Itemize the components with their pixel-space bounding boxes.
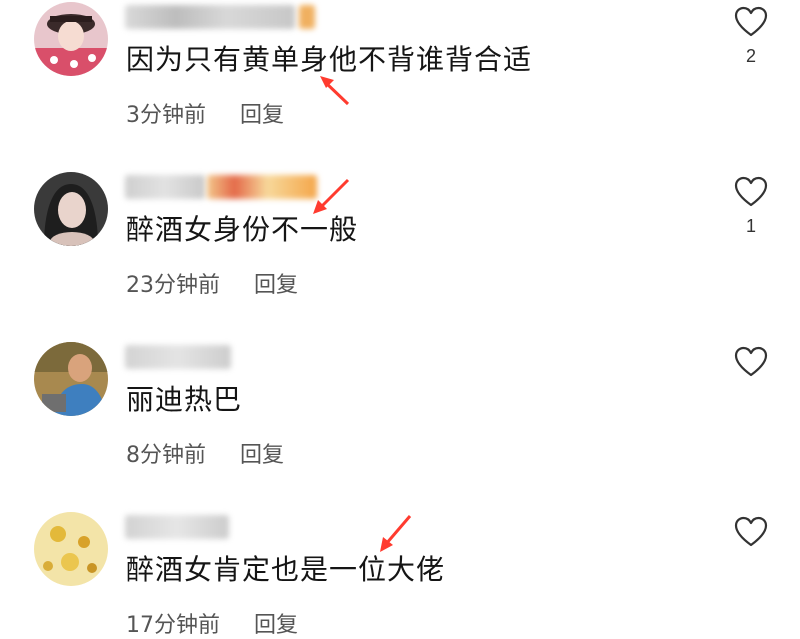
username-blurred[interactable] bbox=[125, 512, 229, 542]
comment-meta: 3分钟前 回复 bbox=[126, 97, 284, 129]
heart-outline-icon bbox=[734, 346, 768, 377]
reply-button[interactable]: 回复 bbox=[240, 97, 284, 129]
like-count: 2 bbox=[745, 46, 756, 66]
like-button[interactable]: 2 bbox=[733, 6, 769, 67]
like-button[interactable] bbox=[733, 346, 769, 386]
avatar-image bbox=[34, 172, 108, 246]
reply-button[interactable]: 回复 bbox=[254, 607, 298, 639]
like-count: 1 bbox=[745, 216, 756, 236]
like-button[interactable] bbox=[733, 516, 769, 556]
annotation-arrow bbox=[380, 515, 412, 552]
avatar-image bbox=[34, 2, 108, 76]
comment-time: 17分钟前 bbox=[126, 613, 220, 638]
comment-text: 醉酒女身份不一般 bbox=[126, 213, 359, 246]
comment-meta: 17分钟前 回复 bbox=[126, 607, 298, 639]
comment-time: 23分钟前 bbox=[126, 273, 220, 298]
comment-meta: 23分钟前 回复 bbox=[126, 267, 298, 299]
heart-outline-icon bbox=[734, 176, 768, 207]
username-blurred[interactable] bbox=[125, 2, 315, 32]
annotation-arrow bbox=[320, 76, 350, 106]
avatar[interactable] bbox=[34, 512, 108, 586]
comment-text: 醉酒女肯定也是一位大佬 bbox=[126, 553, 446, 586]
username-blurred[interactable] bbox=[125, 172, 317, 202]
avatar[interactable] bbox=[34, 172, 108, 246]
username-blurred[interactable] bbox=[125, 342, 231, 372]
reply-button[interactable]: 回复 bbox=[240, 437, 284, 469]
avatar-image bbox=[34, 342, 108, 416]
heart-outline-icon bbox=[734, 516, 768, 547]
comment-text: 丽迪热巴 bbox=[126, 383, 243, 416]
comment-meta: 8分钟前 回复 bbox=[126, 437, 284, 469]
reply-button[interactable]: 回复 bbox=[254, 267, 298, 299]
like-button[interactable]: 1 bbox=[733, 176, 769, 237]
annotation-arrow bbox=[313, 178, 350, 214]
heart-outline-icon bbox=[734, 6, 768, 37]
comment-time: 3分钟前 bbox=[126, 103, 206, 128]
avatar[interactable] bbox=[34, 2, 108, 76]
comment-time: 8分钟前 bbox=[126, 443, 206, 468]
avatar-image bbox=[34, 512, 108, 586]
avatar[interactable] bbox=[34, 342, 108, 416]
